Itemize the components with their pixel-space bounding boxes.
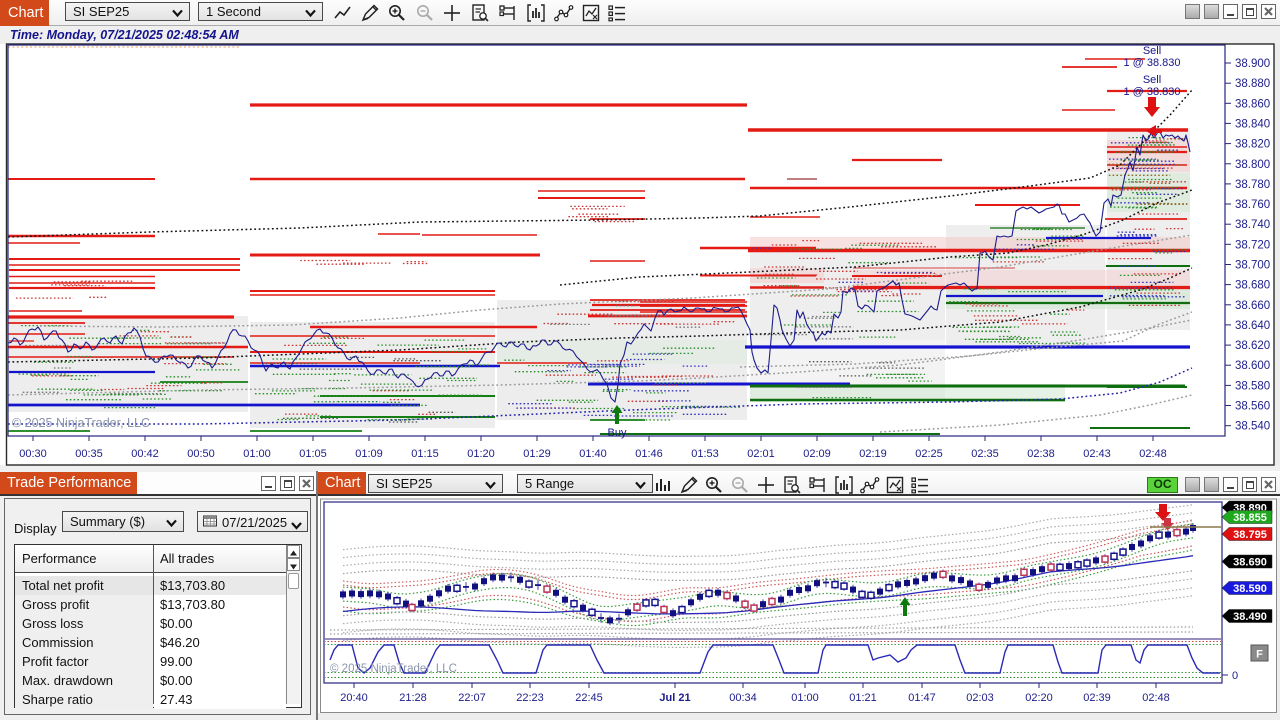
svg-text:02:20: 02:20 [1025,692,1053,704]
svg-text:F: F [1256,649,1263,661]
svg-text:22:45: 22:45 [575,692,603,704]
svg-text:0: 0 [1232,670,1238,682]
svg-text:38.590: 38.590 [1233,583,1267,595]
svg-text:© 2025 NinjaTrader, LLC: © 2025 NinjaTrader, LLC [330,663,457,675]
svg-text:38.855: 38.855 [1233,512,1267,524]
svg-text:20:40: 20:40 [340,692,368,704]
svg-text:02:39: 02:39 [1083,692,1111,704]
svg-text:01:00: 01:00 [791,692,819,704]
svg-text:Jul 21: Jul 21 [659,692,690,704]
svg-text:22:23: 22:23 [516,692,544,704]
svg-text:00:34: 00:34 [729,692,757,704]
svg-text:38.795: 38.795 [1233,529,1267,541]
svg-text:38.690: 38.690 [1233,557,1267,569]
svg-text:01:47: 01:47 [908,692,936,704]
svg-text:22:07: 22:07 [458,692,486,704]
svg-text:01:21: 01:21 [849,692,877,704]
svg-text:21:28: 21:28 [399,692,427,704]
svg-text:02:03: 02:03 [966,692,994,704]
svg-text:38.490: 38.490 [1233,611,1267,623]
svg-text:02:48: 02:48 [1142,692,1170,704]
